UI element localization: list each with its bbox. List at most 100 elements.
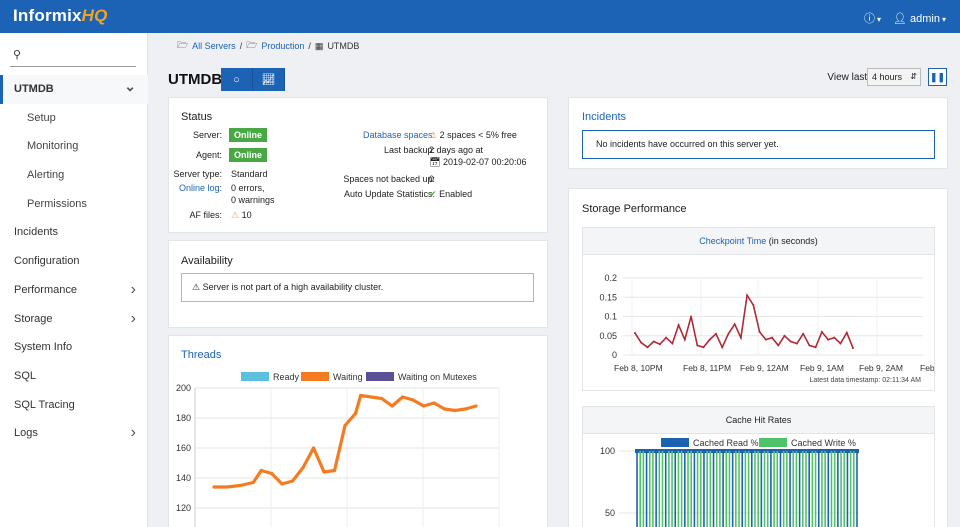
data-point [665, 336, 668, 339]
data-point [453, 408, 457, 413]
online-log-link[interactable]: Online log: [179, 183, 222, 193]
incidents-message: No incidents have occurred on this serve… [582, 130, 935, 159]
top-bar: InformixHQ ⓘ ▾ 👤︎ admin ▾ [0, 0, 960, 33]
data-point [640, 341, 643, 344]
sidebar-item-alerting[interactable]: Alerting [0, 161, 148, 190]
data-point [839, 342, 842, 345]
latest-data-timestamp: Latest data timestamp: 02:11:34 AM [809, 377, 921, 384]
data-point [646, 346, 649, 349]
data-point [677, 323, 680, 326]
checkpoint-time-link[interactable]: Checkpoint Time [699, 236, 766, 246]
storage-performance-card: Storage Performance Checkpoint Time (in … [568, 188, 948, 527]
sidebar-item-label: UTMDB [14, 83, 54, 95]
sidebar-item-configuration[interactable]: Configuration [0, 247, 148, 276]
info-menu[interactable]: ⓘ ▾ [864, 10, 881, 26]
last-backup-value: 2 days ago at [429, 145, 484, 155]
storage-performance-title: Storage Performance [582, 203, 687, 215]
data-point [758, 330, 761, 333]
data-point [390, 404, 394, 408]
brand-hq: HQ [81, 6, 108, 25]
legend-label: Waiting [333, 372, 363, 382]
data-point [338, 446, 342, 450]
legend-label: Ready [273, 372, 300, 382]
calendar-icon: 📅︎ [429, 157, 441, 167]
sidebar-item-utmdb[interactable]: UTMDB ⌄ [0, 75, 148, 104]
sidebar-nav: UTMDB ⌄ Setup Monitoring Alerting Permissions… [0, 75, 148, 448]
agent-status-badge: Online [229, 148, 268, 162]
data-point [238, 483, 242, 488]
y-tick-label: 0.1 [604, 312, 617, 322]
cache-hit-rates-chart: Cached Read % Cached Write % 50 100 [600, 438, 859, 527]
data-point [359, 393, 363, 398]
sidebar-item-incidents[interactable]: Incidents [0, 218, 148, 247]
sidebar-item-permissions[interactable]: Permissions [0, 190, 148, 219]
data-point [802, 332, 805, 335]
sidebar-item-storage[interactable]: Storage › [0, 305, 148, 334]
sidebar-item-label: Storage [14, 312, 53, 325]
availability-alert-text: Server is not part of a high availabilit… [202, 282, 384, 292]
sidebar-item-label: Logs [14, 427, 38, 440]
y-tick-label: 160 [176, 443, 191, 453]
data-point [343, 423, 347, 428]
sidebar-item-setup[interactable]: Setup [0, 104, 148, 133]
x-tick-label: Feb 9, 3AM [920, 363, 934, 373]
data-point [332, 468, 337, 473]
y-tick-label: 120 [176, 503, 191, 513]
user-label: admin [910, 12, 940, 25]
incidents-title[interactable]: Incidents [582, 111, 626, 123]
data-point [795, 342, 798, 345]
dashboard-button[interactable]: 📈︎ [253, 68, 285, 91]
check-icon: ✔ [429, 189, 437, 199]
threads-card: Threads ReadyWaitingWaiting on Mutexes10… [168, 335, 548, 527]
sidebar-item-sql[interactable]: SQL [0, 362, 148, 391]
line-chart-icon: 📈︎ [261, 74, 276, 86]
brand-main: Informix [13, 6, 82, 25]
sidebar-item-logs[interactable]: Logs › [0, 419, 148, 448]
cache-hit-rates-panel: Cache Hit Rates Cached Read % Cached Writ… [582, 406, 935, 527]
spaces-not-backed-value: 0 [429, 174, 435, 184]
data-point [721, 346, 724, 349]
info-icon: ⓘ [863, 13, 875, 25]
refresh-button[interactable]: ○ [221, 68, 253, 91]
sidebar-item-performance[interactable]: Performance › [0, 276, 148, 305]
warning-icon: ⚠ [429, 130, 438, 140]
database-spaces-value: ⚠ 2 spaces < 5% free [429, 130, 517, 141]
checkpoint-time-chart: 0 0.05 0.1 0.15 0.2 Feb 8, 10PM Feb 8, 11PM Feb… [599, 273, 934, 373]
folder-icon: 🗁︎ [177, 40, 189, 50]
breadcrumb-all-servers[interactable]: All Servers [192, 41, 236, 51]
checkpoint-time-header: Checkpoint Time (in seconds) [583, 228, 934, 255]
sidebar-item-label: Permissions [27, 197, 87, 210]
data-point [380, 396, 384, 401]
brand-logo[interactable]: InformixHQ [13, 6, 108, 26]
breadcrumb-production[interactable]: Production [261, 41, 304, 51]
data-point [783, 334, 786, 337]
view-last-select[interactable]: 4 hours ⇵ [867, 68, 921, 86]
data-point [422, 404, 426, 408]
data-point [820, 330, 823, 333]
data-point [432, 401, 436, 405]
pause-button[interactable]: ❚❚ [928, 68, 947, 86]
data-point [353, 411, 358, 416]
sidebar-item-monitoring[interactable]: Monitoring [0, 132, 148, 161]
database-spaces-link[interactable]: Database spaces: [363, 130, 435, 140]
sidebar-item-label: SQL Tracing [14, 398, 75, 411]
breadcrumb-separator: / [308, 41, 311, 51]
page-title: UTMDB [168, 71, 223, 88]
sidebar-item-system-info[interactable]: System Info [0, 333, 148, 362]
data-point [301, 465, 305, 470]
checkpoint-time-unit: (in seconds) [766, 236, 818, 246]
checkpoint-time-panel: Checkpoint Time (in seconds) 0 0.05 0.1 0.1… [582, 227, 935, 391]
user-menu[interactable]: 👤︎ admin ▾ [893, 12, 946, 25]
data-point [270, 471, 274, 476]
series-line-waiting [214, 393, 477, 489]
data-point [702, 346, 705, 349]
availability-title: Availability [181, 255, 233, 267]
data-point [474, 404, 478, 408]
warning-icon: ⚠ [192, 282, 201, 292]
sidebar-item-sql-tracing[interactable]: SQL Tracing [0, 391, 148, 420]
data-point [401, 395, 405, 399]
data-point [789, 340, 792, 343]
breadcrumb-current: UTMDB [327, 41, 360, 51]
search-input[interactable] [28, 47, 132, 59]
data-point [714, 332, 717, 335]
